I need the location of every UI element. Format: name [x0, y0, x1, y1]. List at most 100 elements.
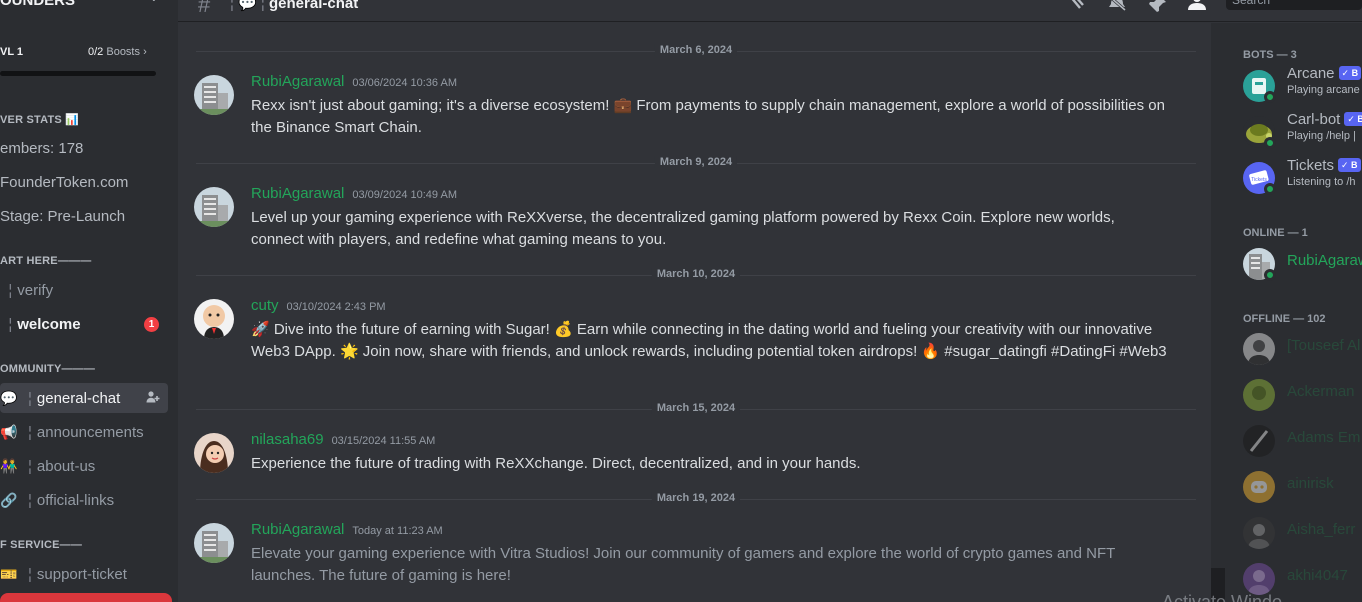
member-item[interactable]: Adams Em	[1243, 421, 1362, 461]
channel-sidebar: OUNDERS ⌄ VL 1 0/2 Boosts › VER STATS 📊 …	[0, 0, 178, 602]
message-content: Level up your gaming experience with ReX…	[251, 209, 1115, 248]
member-name: Carl-bot ✓ B	[1287, 111, 1362, 128]
avatar	[1243, 425, 1275, 457]
avatar[interactable]	[194, 187, 234, 227]
member-group-bots: BOTS — 3	[1243, 49, 1297, 61]
chevron-down-icon[interactable]: ⌄	[148, 0, 160, 5]
avatar[interactable]	[194, 299, 234, 339]
online-status-dot	[1264, 183, 1276, 195]
thread-bar: ¦	[28, 389, 32, 407]
boost-progress-bar	[0, 71, 156, 76]
member-name-label: Tickets	[1287, 157, 1334, 174]
channel-title-label: general-chat	[269, 0, 359, 12]
member-name: [Touseef Al	[1287, 337, 1361, 354]
channel-welcome[interactable]: ¦ welcome 1	[0, 309, 168, 339]
avatar[interactable]	[194, 523, 234, 563]
date-divider-label: March 9, 2024	[654, 156, 738, 168]
avatar	[1243, 333, 1275, 365]
author-name[interactable]: RubiAgarawal	[251, 185, 344, 202]
speech-bubble-icon: 💬	[0, 389, 18, 406]
category-start-here[interactable]: ART HERE———	[0, 255, 91, 267]
date-divider: March 19, 2024	[196, 492, 1196, 504]
author-name[interactable]: RubiAgarawal	[251, 73, 344, 90]
member-list: BOTS — 3 Arcane ✓ B Playing arcane Carl-b…	[1211, 23, 1362, 602]
channel-about-us[interactable]: 👫 ¦ about-us	[0, 451, 168, 481]
member-group-offline: OFFLINE — 102	[1243, 313, 1326, 325]
bot-badge: ✓ B	[1337, 158, 1361, 172]
member-name: ainirisk	[1287, 475, 1334, 492]
member-item[interactable]: Aisha_ferr	[1243, 513, 1362, 553]
message-author[interactable]: RubiAgarawal Today at 11:23 AM	[251, 521, 443, 538]
ticket-icon: 🎫	[0, 565, 18, 582]
member-activity: Playing arcane	[1287, 84, 1360, 96]
message-content: Rexx isn't just about gaming; it's a div…	[251, 97, 1165, 136]
avatar	[1243, 379, 1275, 411]
member-name: Aisha_ferr	[1287, 521, 1356, 538]
avatar	[1243, 563, 1275, 595]
boosts-link[interactable]: 0/2 Boosts ›	[88, 46, 147, 58]
member-name: akhi4047	[1287, 567, 1348, 584]
avatar	[1243, 471, 1275, 503]
channel-general-chat[interactable]: 💬 ¦ general-chat	[0, 383, 168, 413]
category-community[interactable]: OMMUNITY———	[0, 363, 95, 375]
message-author[interactable]: RubiAgarawal 03/06/2024 10:36 AM	[251, 73, 457, 90]
channel-label: about-us	[36, 457, 96, 475]
message-content: Experience the future of trading with Re…	[251, 455, 861, 472]
channel-label: verify	[17, 281, 54, 299]
member-item[interactable]: [Touseef Al	[1243, 329, 1362, 369]
member-item[interactable]: Carl-bot ✓ B Playing /help |	[1243, 111, 1362, 152]
online-status-dot	[1264, 269, 1276, 281]
bot-badge: ✓ B	[1338, 66, 1362, 80]
svg-text:Tickets: Tickets	[1251, 177, 1267, 183]
megaphone-icon: 📢	[0, 423, 18, 440]
bot-badge-label: B	[1351, 160, 1358, 170]
author-name[interactable]: nilasaha69	[251, 431, 324, 448]
search-input[interactable]: Search	[1226, 0, 1362, 10]
avatar[interactable]	[194, 433, 234, 473]
thread-bar: ¦	[28, 423, 32, 441]
boosts-label: Boosts	[106, 46, 140, 58]
message-author[interactable]: cuty 03/10/2024 2:43 PM	[251, 297, 386, 314]
member-item[interactable]: ainirisk	[1243, 467, 1362, 507]
message-author[interactable]: nilasaha69 03/15/2024 11:55 AM	[251, 431, 435, 448]
avatar	[1243, 517, 1275, 549]
hash-icon: #	[198, 0, 211, 17]
author-name[interactable]: RubiAgarawal	[251, 521, 344, 538]
boost-count: 0/2	[88, 46, 104, 58]
channel-label: welcome	[17, 315, 81, 333]
threads-icon[interactable]	[1066, 0, 1088, 12]
member-item[interactable]: Tickets Tickets ✓ B Listening to /h	[1243, 157, 1362, 198]
stat-stage: Stage: Pre-Launch	[0, 208, 126, 225]
channel-support-ticket[interactable]: 🎫 ¦ support-ticket	[0, 559, 168, 589]
mute-bell-icon[interactable]	[1106, 0, 1128, 12]
date-divider-label: March 19, 2024	[651, 492, 741, 504]
thread-bar: ¦	[28, 457, 32, 475]
member-name: Tickets ✓ B	[1287, 157, 1361, 174]
category-service[interactable]: F SERVICE——	[0, 539, 82, 551]
add-member-icon[interactable]	[146, 390, 160, 404]
member-item[interactable]: Arcane ✓ B Playing arcane	[1243, 65, 1362, 106]
member-list-icon[interactable]	[1186, 0, 1208, 12]
channel-announcements[interactable]: 📢 ¦ announcements	[0, 417, 168, 447]
message-author[interactable]: RubiAgarawal 03/09/2024 10:49 AM	[251, 185, 457, 202]
new-mentions-bar[interactable]	[0, 593, 172, 602]
pin-icon[interactable]	[1146, 0, 1168, 12]
channel-label: support-ticket	[36, 565, 127, 583]
member-name-label: Carl-bot	[1287, 111, 1341, 128]
thread-bar: ¦	[28, 565, 32, 583]
channel-verify[interactable]: ¦ verify	[0, 275, 168, 305]
message-timestamp: 03/10/2024 2:43 PM	[286, 301, 386, 313]
server-name[interactable]: OUNDERS	[0, 0, 75, 12]
message-timestamp: 03/09/2024 10:49 AM	[352, 189, 457, 201]
message-content: 🚀 Dive into the future of earning with S…	[251, 321, 1167, 360]
category-server-stats[interactable]: VER STATS 📊	[0, 113, 79, 126]
member-item[interactable]: Ackerman	[1243, 375, 1362, 415]
date-divider: March 6, 2024	[196, 44, 1196, 56]
avatar[interactable]	[194, 75, 234, 115]
thread-bar: ¦	[28, 491, 32, 509]
message-timestamp: 03/15/2024 11:55 AM	[331, 435, 436, 447]
author-name[interactable]: cuty	[251, 297, 279, 314]
channel-label: official-links	[36, 491, 115, 509]
channel-official-links[interactable]: 🔗 ¦ official-links	[0, 485, 168, 515]
member-item[interactable]: RubiAgarawa	[1243, 244, 1362, 284]
